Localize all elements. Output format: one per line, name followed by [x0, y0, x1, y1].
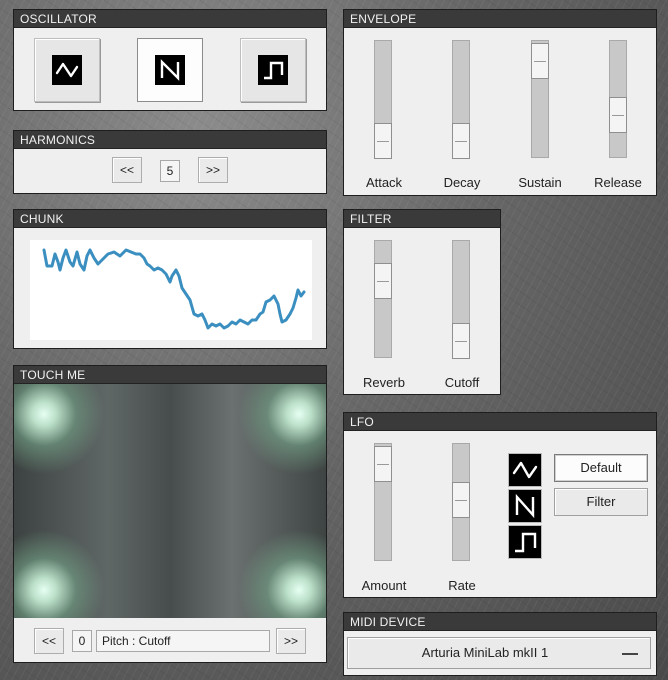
release-slider-thumb[interactable]	[609, 97, 627, 133]
lfo-target-filter-button[interactable]: Filter	[554, 488, 648, 516]
chunk-title: CHUNK	[14, 210, 326, 228]
chunk-panel: CHUNK	[13, 209, 327, 349]
decay-label: Decay	[443, 175, 481, 190]
oscillator-panel: OSCILLATOR	[13, 9, 327, 111]
cutoff-slider-thumb[interactable]	[452, 323, 470, 359]
harmonics-title: HARMONICS	[14, 131, 326, 149]
touch-panel: TOUCH ME << 0 Pitch : Cutoff >>	[13, 365, 327, 663]
touch-title: TOUCH ME	[14, 366, 326, 384]
reverb-slider[interactable]	[374, 240, 392, 358]
filter-panel: FILTER Reverb Cutoff	[343, 209, 501, 395]
square-wave-icon	[258, 55, 288, 85]
sustain-slider[interactable]	[531, 40, 549, 158]
reverb-label: Reverb	[363, 375, 405, 390]
attack-slider-thumb[interactable]	[374, 123, 392, 159]
harmonics-value: 5	[160, 160, 180, 182]
reverb-slider-thumb[interactable]	[374, 263, 392, 299]
rate-slider[interactable]	[452, 443, 470, 561]
envelope-panel: ENVELOPE Attack Decay Sustain Release	[343, 9, 657, 196]
release-slider[interactable]	[609, 40, 627, 158]
amount-label: Amount	[361, 578, 407, 593]
oscillator-title: OSCILLATOR	[14, 10, 326, 28]
envelope-title: ENVELOPE	[344, 10, 656, 28]
sawtooth-wave-icon	[155, 55, 185, 85]
touch-pad[interactable]	[14, 384, 326, 618]
release-label: Release	[594, 175, 642, 190]
rate-label: Rate	[448, 578, 476, 593]
decay-slider-thumb[interactable]	[452, 123, 470, 159]
lfo-title: LFO	[344, 413, 656, 431]
oscillator-square-button[interactable]	[240, 38, 306, 102]
touch-next-button[interactable]: >>	[276, 628, 306, 654]
lfo-square-button[interactable]	[508, 525, 542, 559]
lfo-panel: LFO Amount Rate Default Filter	[343, 412, 657, 598]
midi-device-value: Arturia MiniLab mkII 1	[421, 645, 549, 660]
dropdown-icon	[622, 653, 638, 655]
attack-slider[interactable]	[374, 40, 392, 159]
sustain-slider-thumb[interactable]	[531, 43, 549, 79]
attack-label: Attack	[365, 175, 403, 190]
harmonics-panel: HARMONICS << 5 >>	[13, 130, 327, 194]
harmonics-next-button[interactable]: >>	[198, 157, 228, 183]
midi-device-select[interactable]: Arturia MiniLab mkII 1	[347, 637, 651, 669]
oscillator-sawtooth-button[interactable]	[137, 38, 203, 102]
touch-index: 0	[72, 630, 92, 652]
lfo-sine-button[interactable]	[508, 453, 542, 487]
midi-panel: MIDI DEVICE Arturia MiniLab mkII 1	[343, 612, 657, 676]
harmonics-prev-button[interactable]: <<	[112, 157, 142, 183]
decay-slider[interactable]	[452, 40, 470, 159]
cutoff-slider[interactable]	[452, 240, 470, 359]
touch-prev-button[interactable]: <<	[34, 628, 64, 654]
filter-title: FILTER	[344, 210, 500, 228]
cutoff-label: Cutoff	[444, 375, 480, 390]
lfo-target-default-button[interactable]: Default	[554, 454, 648, 482]
sine-wave-icon	[52, 55, 82, 85]
touch-mapping-field[interactable]: Pitch : Cutoff	[96, 630, 270, 652]
midi-title: MIDI DEVICE	[344, 613, 656, 631]
chunk-waveform-line	[42, 248, 306, 330]
lfo-sawtooth-button[interactable]	[508, 489, 542, 523]
amount-slider[interactable]	[374, 443, 392, 561]
oscillator-sine-button[interactable]	[34, 38, 100, 102]
rate-slider-thumb[interactable]	[452, 482, 470, 518]
chunk-waveform-display[interactable]	[30, 240, 312, 340]
sustain-label: Sustain	[518, 175, 562, 190]
amount-slider-thumb[interactable]	[374, 446, 392, 482]
